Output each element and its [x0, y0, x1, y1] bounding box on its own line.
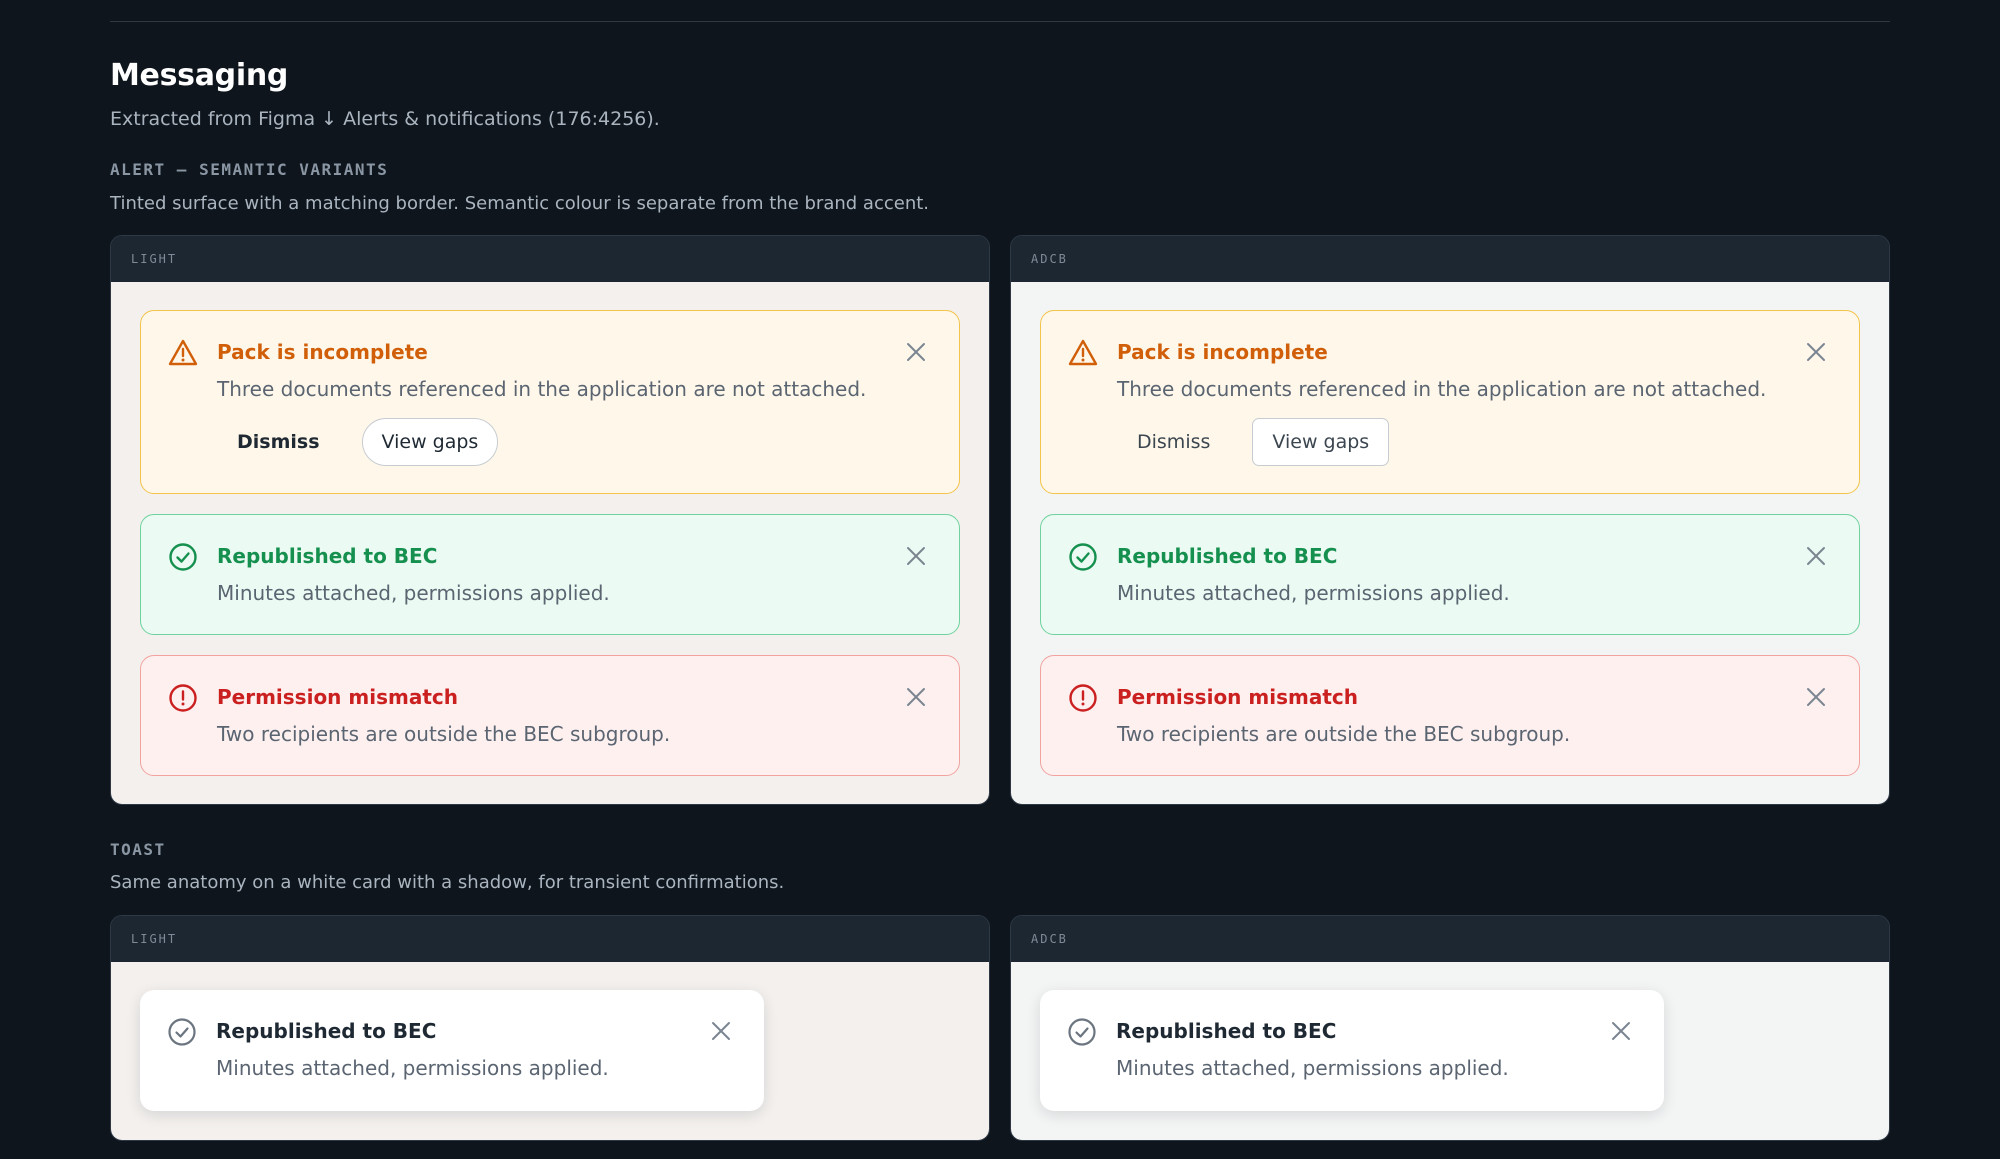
page-title: Messaging	[110, 58, 289, 93]
alert-warning: Pack is incomplete Three documents refer…	[140, 310, 960, 494]
alert-actions: Dismiss View gaps	[1117, 418, 1831, 466]
alert-frame-adcb: ADCB Pack is incomplete Three documents …	[1010, 235, 1890, 805]
close-icon[interactable]	[1803, 684, 1829, 710]
close-icon[interactable]	[903, 543, 929, 569]
alert-section-description: Tinted surface with a matching border. S…	[110, 193, 929, 214]
alert-circle-icon	[1069, 684, 1097, 712]
toast-title: Republished to BEC	[216, 1019, 437, 1043]
close-icon[interactable]	[1803, 543, 1829, 569]
dismiss-button[interactable]: Dismiss	[217, 418, 340, 466]
alert-title: Pack is incomplete	[1117, 340, 1328, 364]
dismiss-button[interactable]: Dismiss	[1117, 418, 1230, 466]
close-icon[interactable]	[1803, 339, 1829, 365]
warning-triangle-icon	[1068, 339, 1098, 366]
alert-success: Republished to BEC Minutes attached, per…	[140, 514, 960, 635]
frame-theme-label: ADCB	[1011, 916, 1889, 962]
frame-theme-label: ADCB	[1011, 236, 1889, 282]
alert-message: Three documents referenced in the applic…	[217, 377, 867, 401]
toast-frame-light: LIGHT Republished to BEC Minutes attache…	[110, 915, 990, 1141]
frame-body: Pack is incomplete Three documents refer…	[111, 282, 989, 804]
top-divider	[110, 21, 1890, 22]
toast-message: Minutes attached, permissions applied.	[216, 1056, 609, 1080]
frame-body: Pack is incomplete Three documents refer…	[1011, 282, 1889, 804]
frame-theme-label: LIGHT	[111, 236, 989, 282]
alert-message: Two recipients are outside the BEC subgr…	[217, 722, 671, 746]
alert-message: Minutes attached, permissions applied.	[217, 581, 610, 605]
check-circle-icon	[168, 1018, 196, 1046]
check-circle-icon	[1068, 1018, 1096, 1046]
warning-triangle-icon	[168, 339, 198, 366]
view-gaps-button[interactable]: View gaps	[1252, 418, 1390, 466]
alert-frame-light: LIGHT Pack is incomplete Three documents…	[110, 235, 990, 805]
alert-title: Pack is incomplete	[217, 340, 428, 364]
close-icon[interactable]	[1608, 1018, 1634, 1044]
close-icon[interactable]	[903, 684, 929, 710]
alert-danger: Permission mismatch Two recipients are o…	[1040, 655, 1860, 776]
check-circle-icon	[169, 543, 197, 571]
frame-theme-label: LIGHT	[111, 916, 989, 962]
alert-actions: Dismiss View gaps	[217, 418, 931, 466]
toast: Republished to BEC Minutes attached, per…	[140, 990, 764, 1111]
alert-message: Three documents referenced in the applic…	[1117, 377, 1767, 401]
page-subtitle: Extracted from Figma ↓ Alerts & notifica…	[110, 108, 660, 130]
close-icon[interactable]	[903, 339, 929, 365]
toast-section-description: Same anatomy on a white card with a shad…	[110, 872, 785, 893]
alert-message: Minutes attached, permissions applied.	[1117, 581, 1510, 605]
alert-title: Permission mismatch	[1117, 685, 1358, 709]
frame-body: Republished to BEC Minutes attached, per…	[1011, 962, 1889, 1140]
toast-message: Minutes attached, permissions applied.	[1116, 1056, 1509, 1080]
alert-title: Republished to BEC	[1117, 544, 1338, 568]
alert-success: Republished to BEC Minutes attached, per…	[1040, 514, 1860, 635]
toast-frame-adcb: ADCB Republished to BEC Minutes attached…	[1010, 915, 1890, 1141]
toast-section-label: TOAST	[110, 840, 166, 859]
close-icon[interactable]	[708, 1018, 734, 1044]
frame-body: Republished to BEC Minutes attached, per…	[111, 962, 989, 1140]
alert-circle-icon	[169, 684, 197, 712]
toast: Republished to BEC Minutes attached, per…	[1040, 990, 1664, 1111]
toast-title: Republished to BEC	[1116, 1019, 1337, 1043]
view-gaps-button[interactable]: View gaps	[361, 418, 499, 466]
alert-danger: Permission mismatch Two recipients are o…	[140, 655, 960, 776]
check-circle-icon	[1069, 543, 1097, 571]
alert-warning: Pack is incomplete Three documents refer…	[1040, 310, 1860, 494]
alert-title: Permission mismatch	[217, 685, 458, 709]
alert-title: Republished to BEC	[217, 544, 438, 568]
alert-section-label: ALERT — SEMANTIC VARIANTS	[110, 160, 389, 179]
alert-message: Two recipients are outside the BEC subgr…	[1117, 722, 1571, 746]
